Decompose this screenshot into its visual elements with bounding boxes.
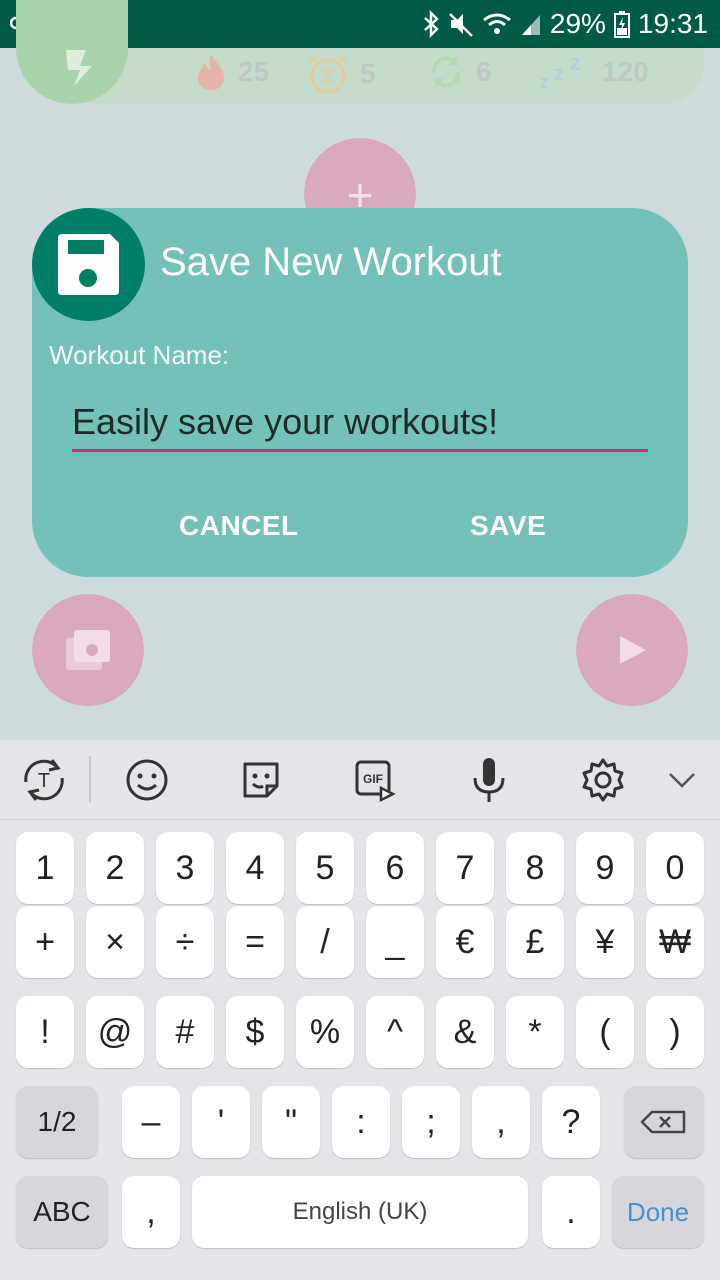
calories-value: 25 [238,56,270,87]
key-page-toggle[interactable]: 1/2 [16,1086,98,1158]
key-won[interactable]: ₩ [646,906,704,978]
key-open-paren[interactable]: ( [576,996,634,1068]
space-key[interactable]: English (UK) [192,1176,528,1248]
key-3[interactable]: 3 [156,832,214,904]
svg-text:z: z [570,52,581,75]
backspace-icon [640,1110,686,1134]
quick-start-button[interactable] [16,0,128,104]
rest-stat: zzz 120 [538,52,649,92]
text-mode-icon[interactable]: T [16,752,72,808]
key-dollar[interactable]: $ [226,996,284,1068]
svg-text:T: T [38,770,50,792]
key-asterisk[interactable]: * [506,996,564,1068]
svg-text:z: z [540,72,549,92]
repeat-icon [431,56,461,88]
workout-name-label: Workout Name: [49,340,230,370]
battery-percent: 29% [549,8,606,39]
cancel-button[interactable]: CANCEL [179,510,299,542]
key-slash[interactable]: / [296,906,354,978]
collapse-chevron-icon[interactable] [654,752,710,808]
key-equals[interactable]: = [226,906,284,978]
clock: 19:31 [637,8,708,39]
svg-text:z: z [554,63,564,85]
key-close-paren[interactable]: ) [646,996,704,1068]
key-6[interactable]: 6 [366,832,424,904]
sleep-icon: zzz [540,52,581,92]
key-0[interactable]: 0 [646,832,704,904]
key-at[interactable]: @ [86,996,144,1068]
done-key[interactable]: Done [612,1176,704,1248]
key-comma[interactable]: , [122,1176,180,1248]
svg-text:GIF: GIF [363,772,383,786]
play-button[interactable] [576,594,688,706]
key-percent[interactable]: % [296,996,354,1068]
timer-value: 5 [360,58,376,89]
rest-value: 120 [602,56,649,87]
key-colon[interactable]: : [332,1086,390,1158]
bolt-icon [66,50,92,86]
saved-workouts-icon [66,630,110,670]
backspace-key[interactable] [624,1086,704,1158]
key-7[interactable]: 7 [436,832,494,904]
key-period[interactable]: . [542,1176,600,1248]
key-divide[interactable]: ÷ [156,906,214,978]
saved-workouts-button[interactable] [32,594,144,706]
workout-name-input[interactable] [72,394,648,452]
key-underscore[interactable]: _ [366,906,424,978]
play-icon [620,636,646,664]
key-2[interactable]: 2 [86,832,144,904]
key-yen[interactable]: ¥ [576,906,634,978]
bluetooth-icon [424,10,439,38]
key-8[interactable]: 8 [506,832,564,904]
alarm-clock-icon: Z [308,54,348,94]
key-ampersand[interactable]: & [436,996,494,1068]
save-icon-badge [32,208,145,321]
calories-stat: 25 [194,52,269,92]
key-pound[interactable]: £ [506,906,564,978]
key-exclamation[interactable]: ! [16,996,74,1068]
toolbar-divider [89,756,91,802]
key-double-quote[interactable]: " [262,1086,320,1158]
flame-icon [198,54,224,90]
floppy-disk-icon [58,234,119,295]
key-1[interactable]: 1 [16,832,74,904]
mute-icon [448,13,473,37]
timer-stat: Z 5 [306,52,376,96]
emoji-icon[interactable] [119,752,175,808]
key-hash[interactable]: # [156,996,214,1068]
dialog-title: Save New Workout [160,240,502,284]
key-4[interactable]: 4 [226,832,284,904]
signal-icon [521,15,540,35]
key-caret[interactable]: ^ [366,996,424,1068]
key-5[interactable]: 5 [296,832,354,904]
svg-text:Z: Z [323,67,334,87]
key-en-dash[interactable]: – [122,1086,180,1158]
battery-icon [613,11,630,38]
microphone-icon[interactable] [461,752,517,808]
gif-icon[interactable]: GIF [347,752,403,808]
key-plus[interactable]: + [16,906,74,978]
save-button[interactable]: SAVE [470,510,546,542]
repeats-value: 6 [476,56,492,87]
abc-key[interactable]: ABC [16,1176,108,1248]
key-euro[interactable]: € [436,906,494,978]
key-9[interactable]: 9 [576,832,634,904]
key-apostrophe[interactable]: ' [192,1086,250,1158]
key-question[interactable]: ? [542,1086,600,1158]
key-comma-alt[interactable]: , [472,1086,530,1158]
repeats-stat: 6 [426,52,492,92]
wifi-icon [482,13,511,34]
sticker-icon[interactable] [233,752,289,808]
settings-gear-icon[interactable] [575,752,631,808]
key-multiply[interactable]: × [86,906,144,978]
key-semicolon[interactable]: ; [402,1086,460,1158]
